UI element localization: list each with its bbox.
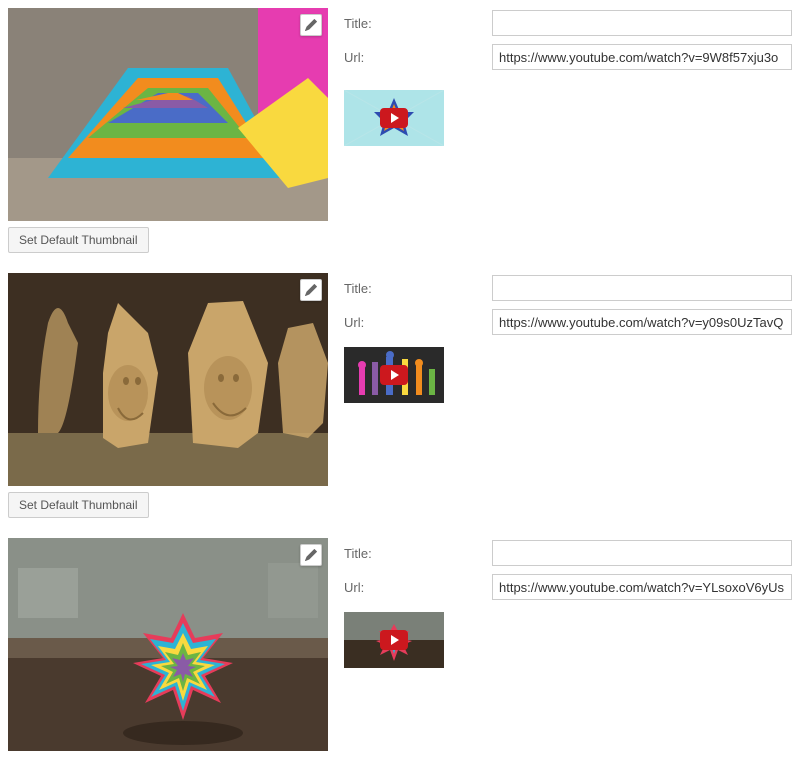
url-input[interactable]	[492, 309, 792, 335]
url-field-row: Url:	[344, 44, 792, 70]
title-input[interactable]	[492, 10, 792, 36]
media-item-row: Title: Url:	[8, 538, 792, 751]
main-thumbnail	[8, 538, 328, 751]
title-label: Title:	[344, 16, 484, 31]
media-item-row: Set Default Thumbnail Title: Url:	[8, 273, 792, 518]
thumbnail-column	[8, 538, 328, 751]
set-default-thumbnail-button[interactable]: Set Default Thumbnail	[8, 492, 149, 518]
thumbnail-column: Set Default Thumbnail	[8, 273, 328, 518]
edit-thumbnail-button[interactable]	[300, 279, 322, 301]
video-preview-thumbnail[interactable]	[344, 612, 444, 668]
fields-column: Title: Url:	[344, 538, 792, 668]
title-input[interactable]	[492, 540, 792, 566]
edit-thumbnail-button[interactable]	[300, 544, 322, 566]
url-field-row: Url:	[344, 309, 792, 335]
fields-column: Title: Url:	[344, 273, 792, 403]
fields-column: Title: Url:	[344, 8, 792, 146]
url-input[interactable]	[492, 574, 792, 600]
play-icon	[380, 108, 408, 128]
title-field-row: Title:	[344, 540, 792, 566]
url-input[interactable]	[492, 44, 792, 70]
edit-thumbnail-button[interactable]	[300, 14, 322, 36]
media-item-row: Set Default Thumbnail Title: Url:	[8, 8, 792, 253]
video-preview-thumbnail[interactable]	[344, 90, 444, 146]
url-field-row: Url:	[344, 574, 792, 600]
title-label: Title:	[344, 546, 484, 561]
video-preview-thumbnail[interactable]	[344, 347, 444, 403]
main-thumbnail	[8, 8, 328, 221]
pencil-icon	[305, 19, 317, 31]
set-default-thumbnail-button[interactable]: Set Default Thumbnail	[8, 227, 149, 253]
thumbnail-column: Set Default Thumbnail	[8, 8, 328, 253]
play-icon	[380, 365, 408, 385]
title-input[interactable]	[492, 275, 792, 301]
title-field-row: Title:	[344, 275, 792, 301]
title-label: Title:	[344, 281, 484, 296]
pencil-icon	[305, 549, 317, 561]
main-thumbnail	[8, 273, 328, 486]
pencil-icon	[305, 284, 317, 296]
play-icon	[380, 630, 408, 650]
title-field-row: Title:	[344, 10, 792, 36]
url-label: Url:	[344, 315, 484, 330]
url-label: Url:	[344, 580, 484, 595]
url-label: Url:	[344, 50, 484, 65]
